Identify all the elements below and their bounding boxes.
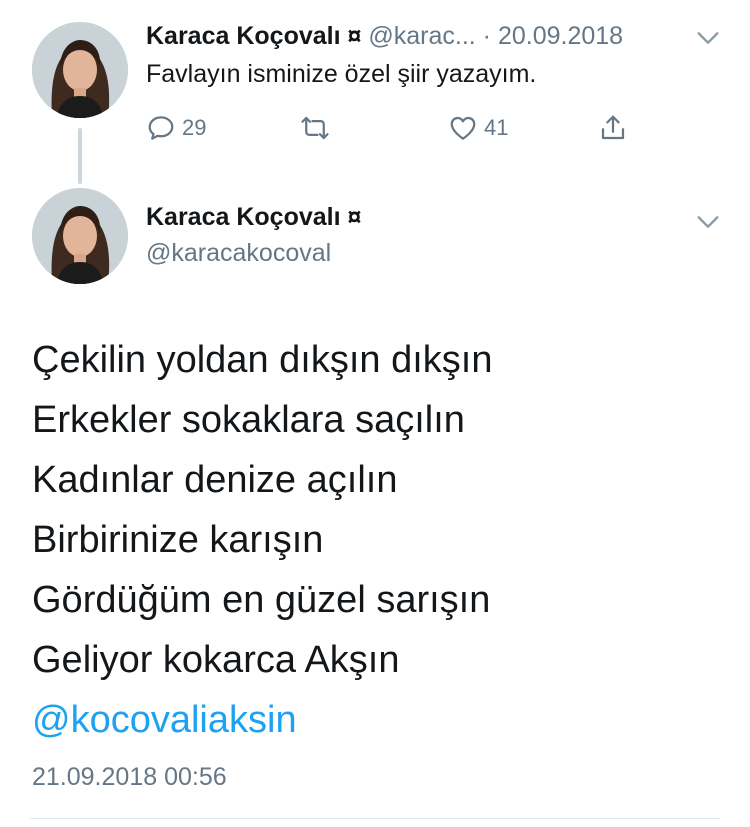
profile-photo	[32, 22, 128, 118]
avatar[interactable]	[32, 188, 128, 284]
handle[interactable]: @karac...	[368, 22, 475, 50]
tweet-timestamp[interactable]: 21.09.2018 00:56	[32, 760, 227, 794]
display-name[interactable]: Karaca Koçovalı ¤	[146, 22, 361, 50]
poem-line: Çekilin yoldan dıkşın dıkşın	[32, 339, 493, 381]
mention-link[interactable]: @kocovaliaksin	[32, 690, 297, 750]
poem-line: Birbirinize karışın	[32, 519, 324, 561]
thread-connector-line	[78, 128, 82, 184]
display-name[interactable]: Karaca Koçovalı ¤	[146, 200, 361, 234]
chevron-down-icon[interactable]	[694, 208, 722, 236]
heart-icon	[450, 116, 476, 140]
chevron-down-icon[interactable]	[694, 24, 722, 52]
like-button[interactable]: 41	[448, 112, 508, 144]
avatar[interactable]	[32, 22, 128, 118]
like-count: 41	[484, 115, 509, 140]
poem-line: Geliyor kokarca Akşın	[32, 639, 400, 681]
reply-count: 29	[182, 115, 207, 140]
tweet-date[interactable]: 20.09.2018	[498, 22, 623, 50]
separator-dot: ·	[482, 22, 491, 50]
reply-button[interactable]: 29	[146, 112, 206, 144]
profile-photo	[32, 188, 128, 284]
tweet-header: Karaca Koçovalı ¤ @karac... · 20.09.2018	[146, 19, 726, 53]
poem-line: Kadınlar denize açılın	[32, 459, 398, 501]
retweet-button[interactable]	[300, 112, 330, 144]
handle[interactable]: @karacakocoval	[146, 236, 331, 270]
share-icon	[601, 115, 625, 140]
reply-icon	[148, 116, 174, 140]
share-button[interactable]	[598, 112, 628, 144]
divider	[30, 818, 720, 819]
tweet-text: Favlayın isminize özel şiir yazayım.	[146, 60, 537, 88]
tweet-text: Çekilin yoldan dıkşın dıkşın Erkekler so…	[32, 330, 732, 690]
poem-line: Erkekler sokaklara saçılın	[32, 399, 465, 441]
poem-line: Gördüğüm en güzel sarışın	[32, 579, 491, 621]
retweet-icon	[301, 116, 329, 140]
